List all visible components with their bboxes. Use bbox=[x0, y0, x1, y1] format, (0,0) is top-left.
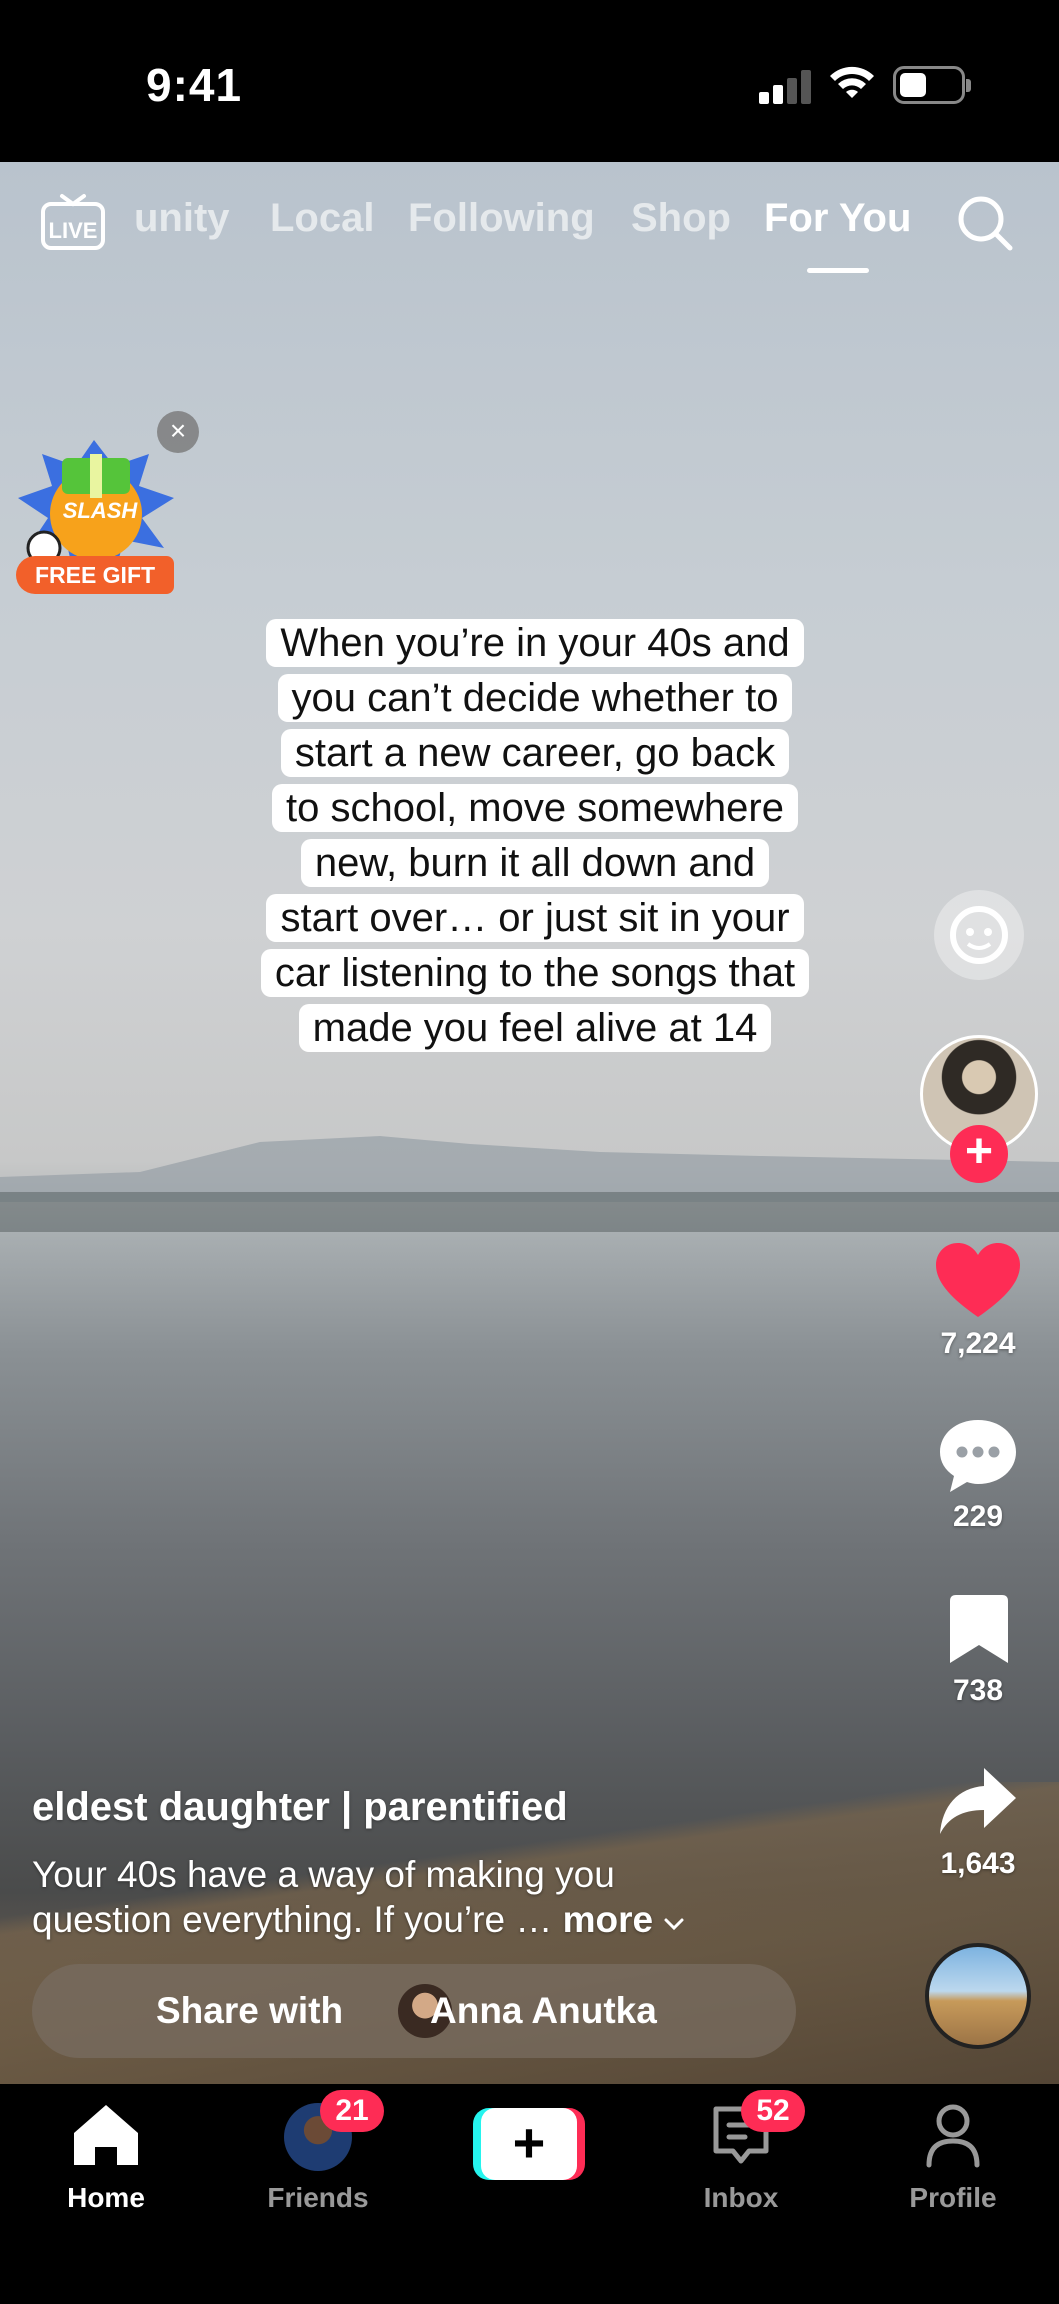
save-count: 738 bbox=[952, 1674, 1004, 1707]
share-count: 1,643 bbox=[940, 1847, 1016, 1880]
chevron-down-icon bbox=[664, 1918, 684, 1931]
status-time: 9:41 bbox=[146, 59, 243, 111]
share-icon[interactable] bbox=[938, 1766, 1018, 1838]
promo-label[interactable]: FREE GIFT bbox=[16, 556, 174, 594]
friends-badge: 21 bbox=[320, 2090, 384, 2132]
wifi-icon bbox=[830, 66, 874, 98]
share-with-friend-button[interactable]: Share with Anna Anutka bbox=[32, 1964, 796, 2058]
ai-face-icon[interactable] bbox=[932, 888, 1026, 982]
live-label: LIVE bbox=[49, 218, 98, 243]
tab-home[interactable]: Home bbox=[26, 2101, 186, 2213]
tab-profile[interactable]: Profile bbox=[873, 2101, 1033, 2213]
caption-line: car listening to the songs that bbox=[260, 949, 810, 997]
home-icon bbox=[74, 2105, 138, 2165]
video-caption-overlay: When you’re in your 40s and you can’t de… bbox=[205, 616, 865, 1072]
create-button[interactable]: + bbox=[473, 2108, 585, 2180]
tab-community[interactable]: unity bbox=[134, 196, 230, 241]
comment-icon[interactable] bbox=[938, 1418, 1018, 1494]
caption-line: made you feel alive at 14 bbox=[298, 1004, 772, 1052]
tab-for-you[interactable]: For You bbox=[764, 196, 911, 241]
battery-icon bbox=[893, 66, 971, 104]
follow-button[interactable]: + bbox=[950, 1125, 1008, 1183]
creator-username[interactable]: eldest daughter | parentified bbox=[32, 1785, 568, 1830]
description-line-2: question everything. If you’re … bbox=[32, 1899, 553, 1940]
tab-friends-label: Friends bbox=[267, 2182, 369, 2213]
more-link[interactable]: more bbox=[563, 1899, 653, 1940]
heart-icon[interactable] bbox=[936, 1243, 1020, 1319]
caption-line: start over… or just sit in your bbox=[266, 894, 804, 942]
tab-profile-label: Profile bbox=[909, 2182, 997, 2213]
tab-local[interactable]: Local bbox=[270, 196, 374, 241]
caption-line: you can’t decide whether to bbox=[277, 674, 793, 722]
description-line-1: Your 40s have a way of making you bbox=[32, 1854, 615, 1895]
post-description[interactable]: Your 40s have a way of making you questi… bbox=[32, 1852, 772, 1942]
inbox-badge: 52 bbox=[741, 2090, 805, 2132]
music-disc-icon[interactable] bbox=[925, 1943, 1031, 2049]
active-tab-indicator bbox=[807, 268, 869, 273]
far-shoreline bbox=[0, 1192, 1059, 1232]
caption-line: start a new career, go back bbox=[280, 729, 790, 777]
status-bar: 9:41 bbox=[0, 0, 1059, 162]
live-icon[interactable]: LIVE bbox=[40, 190, 106, 252]
share-prefix-label: Share with bbox=[156, 1990, 344, 2031]
caption-line: new, burn it all down and bbox=[300, 839, 770, 887]
tab-shop[interactable]: Shop bbox=[631, 196, 731, 241]
search-icon[interactable] bbox=[955, 193, 1015, 253]
profile-icon bbox=[926, 2104, 980, 2168]
create-plus-icon: + bbox=[481, 2108, 577, 2180]
cellular-signal-icon bbox=[759, 70, 811, 104]
tab-home-label: Home bbox=[67, 2182, 145, 2213]
like-count: 7,224 bbox=[940, 1327, 1016, 1360]
tab-following[interactable]: Following bbox=[408, 196, 595, 241]
promo-close-icon[interactable]: × bbox=[157, 411, 199, 453]
share-friend-name: Anna Anutka bbox=[430, 1990, 657, 2031]
bookmark-icon[interactable] bbox=[950, 1595, 1008, 1665]
tab-inbox-label: Inbox bbox=[703, 2182, 779, 2213]
promo-title: SLASH bbox=[62, 498, 138, 523]
comment-count: 229 bbox=[952, 1500, 1004, 1533]
caption-line: When you’re in your 40s and bbox=[266, 619, 804, 667]
mountain-silhouette bbox=[0, 1136, 1059, 1202]
caption-line: to school, move somewhere bbox=[271, 784, 798, 832]
